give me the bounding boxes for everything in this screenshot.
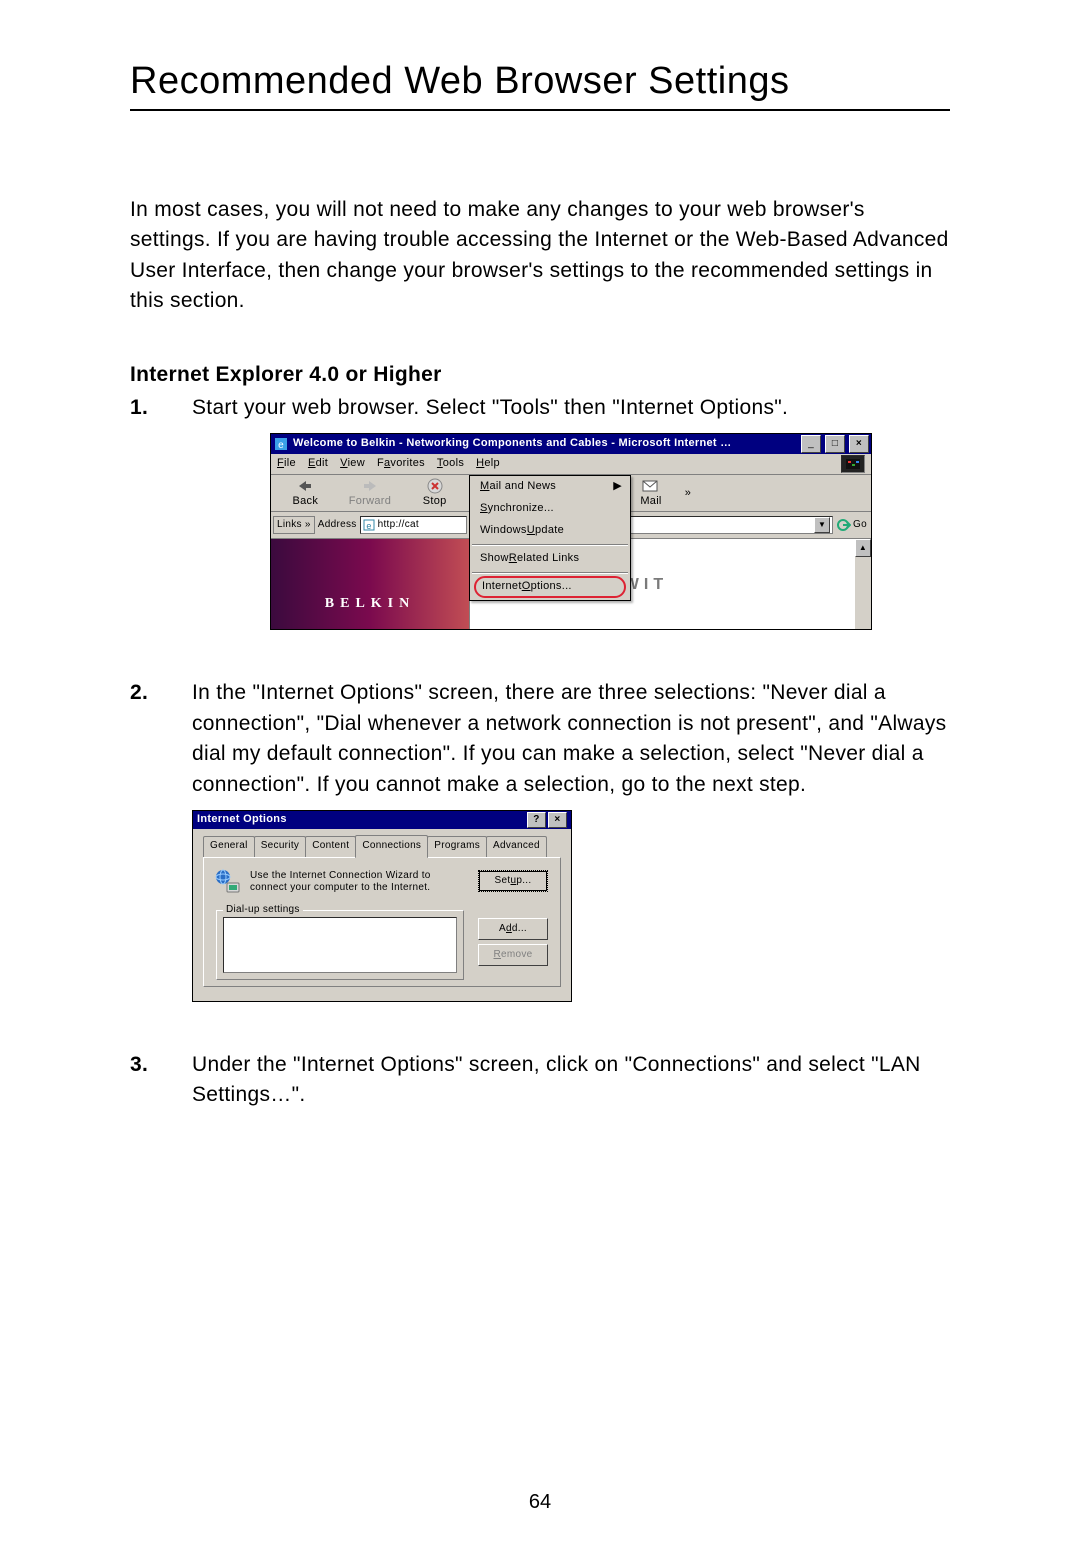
tools-dropdown-menu: Mail and News▶ Synchronize... Windows Up…	[469, 475, 631, 601]
mail-button[interactable]: Mail	[628, 478, 674, 510]
step-2: In the "Internet Options" screen, there …	[130, 678, 950, 1032]
step-1-text: Start your web browser. Select "Tools" t…	[192, 396, 788, 419]
menu-file[interactable]: File	[277, 456, 296, 472]
back-button[interactable]: Back	[276, 478, 334, 510]
throbber-icon	[841, 455, 865, 473]
stop-label: Stop	[423, 494, 447, 510]
go-label: Go	[853, 518, 867, 533]
toolbar-more-button[interactable]: »	[680, 486, 696, 502]
dialup-listbox[interactable]	[223, 917, 457, 973]
address-field-left[interactable]: e http://cat	[360, 516, 467, 534]
tab-strip: General Security Content Connections Pro…	[203, 837, 561, 857]
menu-help[interactable]: Help	[476, 456, 500, 472]
section-heading: Internet Explorer 4.0 or Higher	[130, 363, 950, 387]
dialup-settings-groupbox	[216, 910, 464, 980]
stop-icon	[424, 478, 446, 494]
step-3: Under the "Internet Options" screen, cli…	[130, 1050, 950, 1111]
close-button[interactable]: ×	[849, 435, 869, 453]
step-2-text: In the "Internet Options" screen, there …	[192, 681, 946, 795]
wizard-text: Use the Internet Connection Wizard to co…	[250, 870, 440, 894]
menu-item-windows-update[interactable]: Windows Update	[470, 520, 630, 542]
screenshot-internet-options-dialog: Internet Options ? × General Security Co…	[192, 810, 572, 1002]
page-content-left: BELKIN	[271, 539, 469, 629]
maximize-button[interactable]: □	[825, 435, 845, 453]
step-3-text: Under the "Internet Options" screen, cli…	[192, 1053, 921, 1106]
menu-item-synchronize[interactable]: Synchronize...	[470, 498, 630, 520]
tab-connections[interactable]: Connections	[355, 835, 428, 858]
minimize-button[interactable]: _	[801, 435, 821, 453]
menu-separator	[472, 572, 628, 574]
dialog-titlebar: Internet Options ? ×	[193, 811, 571, 829]
remove-button: Remove	[478, 944, 548, 966]
svg-text:e: e	[366, 521, 371, 531]
tab-general[interactable]: General	[203, 836, 255, 857]
menu-favorites[interactable]: Favorites	[377, 456, 425, 472]
help-button[interactable]: ?	[527, 812, 546, 828]
add-button[interactable]: Add...	[478, 918, 548, 940]
address-value-left: http://cat	[378, 518, 419, 533]
belkin-logo: BELKIN	[325, 594, 415, 614]
forward-icon	[359, 478, 381, 494]
dialog-title: Internet Options	[197, 812, 287, 828]
scrollbar-up-icon[interactable]: ▲	[855, 539, 871, 557]
stop-button[interactable]: Stop	[406, 478, 464, 510]
menu-item-mail-news[interactable]: Mail and News▶	[470, 476, 630, 498]
ie-icon: e	[273, 436, 289, 452]
tab-panel-connections: Use the Internet Connection Wizard to co…	[203, 857, 561, 987]
go-button[interactable]: Go	[837, 518, 867, 533]
window-titlebar: e Welcome to Belkin - Networking Compone…	[271, 434, 871, 454]
go-icon	[837, 518, 851, 532]
tab-programs[interactable]: Programs	[427, 836, 487, 857]
menu-item-internet-options[interactable]: Internet Options...	[474, 576, 626, 598]
wizard-icon	[214, 868, 242, 896]
menu-separator	[472, 544, 628, 546]
page-number: 64	[0, 1491, 1080, 1514]
mail-icon	[640, 478, 662, 494]
svg-text:e: e	[278, 440, 284, 451]
mail-label: Mail	[640, 494, 661, 510]
toolbar-left: Back Forward Stop	[271, 475, 469, 512]
forward-label: Forward	[349, 494, 391, 510]
page-icon: e	[363, 519, 375, 531]
step-1: Start your web browser. Select "Tools" t…	[130, 393, 950, 660]
intro-paragraph: In most cases, you will not need to make…	[130, 195, 950, 317]
menu-edit[interactable]: Edit	[308, 456, 328, 472]
links-button[interactable]: Links »	[273, 516, 315, 535]
address-bar-left: Links » Address e http://cat	[271, 512, 469, 539]
tab-content[interactable]: Content	[305, 836, 356, 857]
forward-button[interactable]: Forward	[341, 478, 399, 510]
setup-button[interactable]: Setup...	[478, 870, 548, 892]
menu-view[interactable]: View	[340, 456, 365, 472]
menu-bar: File Edit View Favorites Tools Help	[271, 454, 871, 475]
horizontal-rule	[130, 109, 950, 111]
tab-security[interactable]: Security	[254, 836, 307, 857]
address-label: Address	[318, 518, 357, 533]
tab-advanced[interactable]: Advanced	[486, 836, 547, 857]
close-button[interactable]: ×	[548, 812, 567, 828]
address-dropdown-icon[interactable]: ▼	[814, 517, 830, 533]
page-title: Recommended Web Browser Settings	[130, 60, 950, 103]
back-icon	[294, 478, 316, 494]
back-label: Back	[293, 494, 319, 510]
window-title: Welcome to Belkin - Networking Component…	[293, 436, 797, 452]
scrollbar[interactable]: ▲	[855, 539, 871, 629]
menu-item-show-related[interactable]: Show Related Links	[470, 548, 630, 570]
screenshot-ie-tools-menu: e Welcome to Belkin - Networking Compone…	[270, 433, 872, 630]
menu-tools[interactable]: Tools	[437, 456, 464, 472]
